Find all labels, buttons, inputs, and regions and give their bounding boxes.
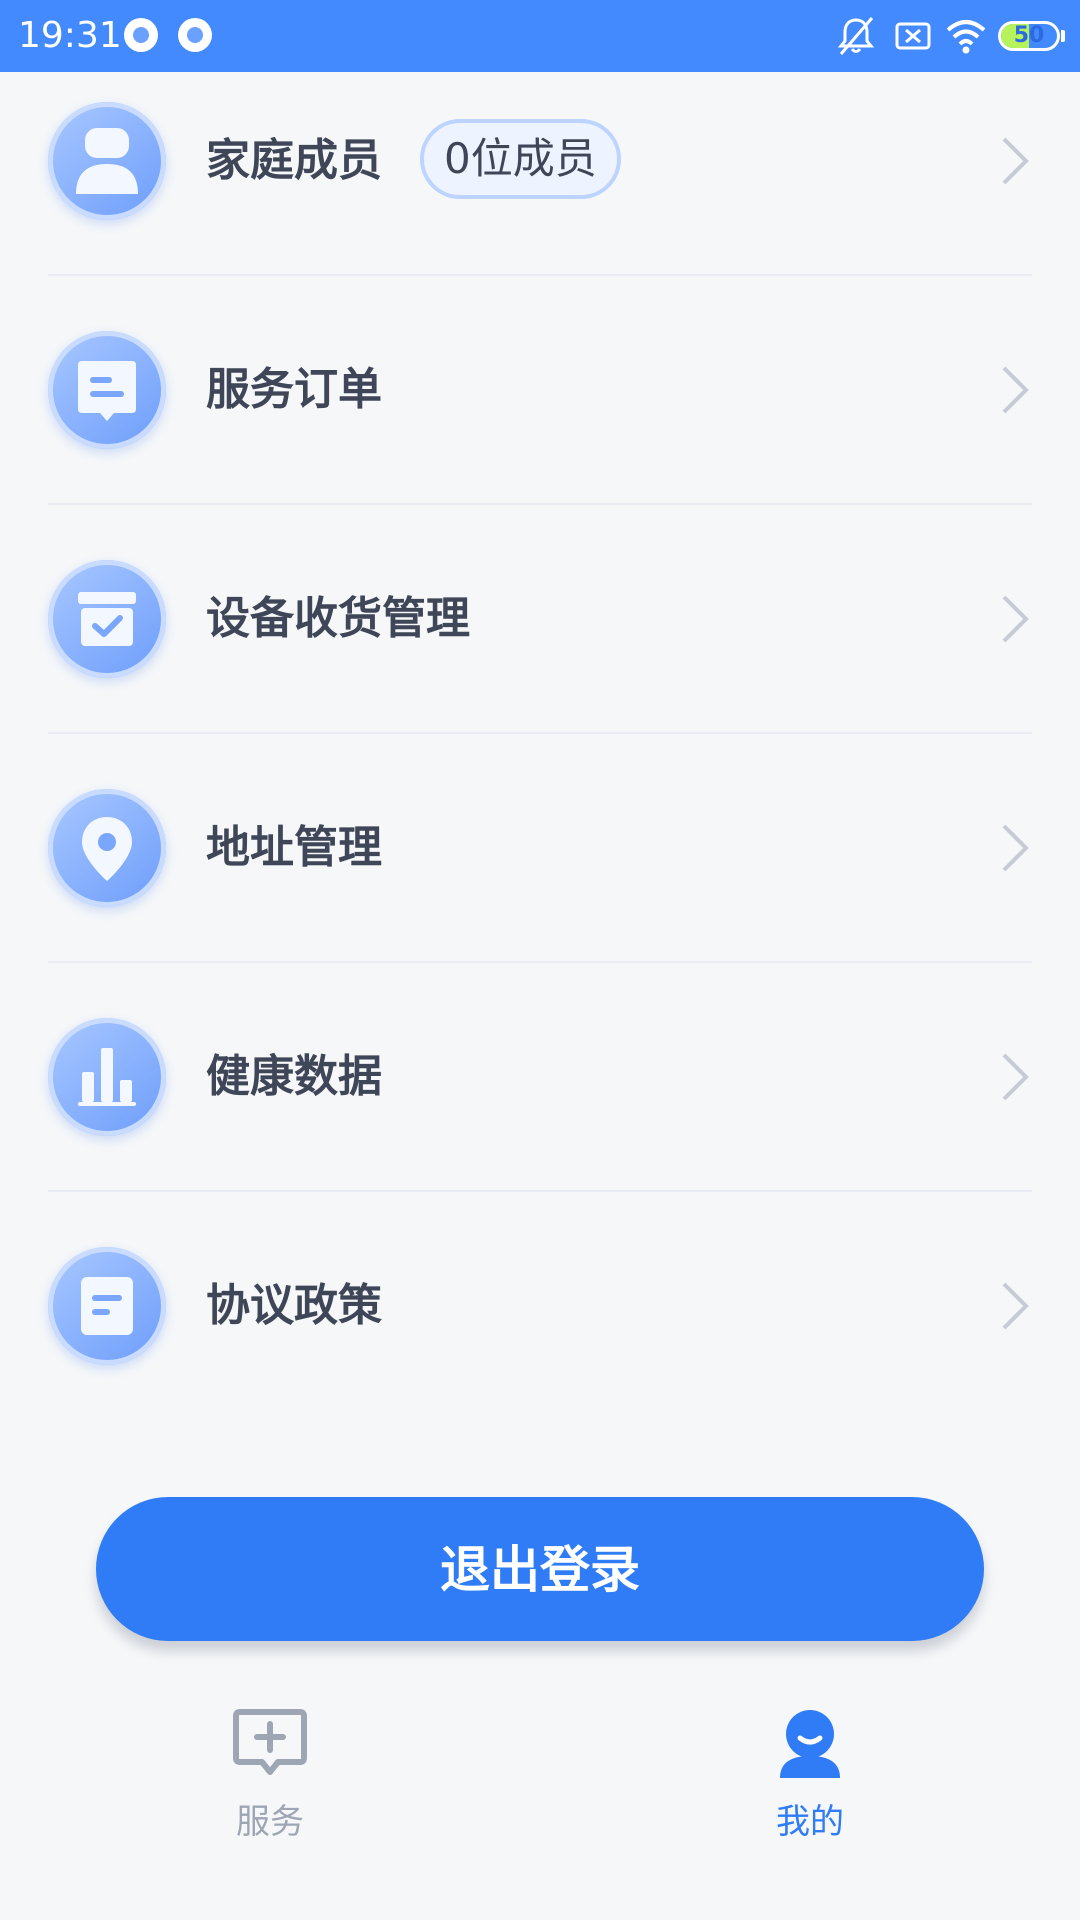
chevron-right-icon: [1002, 137, 1029, 185]
menu-item-family-members[interactable]: 家庭成员 0位成员: [48, 47, 1032, 276]
chevron-right-icon: [1002, 595, 1029, 643]
chevron-right-icon: [1002, 824, 1029, 872]
document-icon: [48, 1247, 166, 1365]
menu-item-label: 服务订单: [206, 364, 382, 415]
tab-mine[interactable]: 我的: [710, 1700, 910, 1850]
battery-level-text: 50: [1013, 23, 1045, 48]
chevron-right-icon: [1002, 1053, 1029, 1101]
chevron-right-icon: [1002, 366, 1029, 414]
menu-item-label: 设备收货管理: [206, 593, 470, 644]
bar-chart-icon: [48, 1018, 166, 1136]
battery-cap: [1061, 30, 1065, 42]
tab-label: 服务: [236, 1802, 304, 1842]
logout-button[interactable]: 退出登录: [96, 1497, 984, 1641]
user-profile-icon: [780, 1710, 840, 1778]
menu-item-service-orders[interactable]: 服务订单: [48, 276, 1032, 505]
menu-item-label: 健康数据: [206, 1051, 382, 1102]
service-order-icon: [48, 331, 166, 449]
menu-item-address[interactable]: 地址管理: [48, 734, 1032, 963]
menu-item-health-data[interactable]: 健康数据: [48, 963, 1032, 1192]
chevron-right-icon: [1002, 1282, 1029, 1330]
chat-plus-icon: [233, 1709, 307, 1775]
menu-item-label: 地址管理: [206, 822, 382, 873]
member-count-badge: 0位成员: [420, 119, 621, 199]
family-member-icon: [48, 102, 166, 220]
location-pin-icon: [48, 789, 166, 907]
menu-item-device-delivery[interactable]: 设备收货管理: [48, 505, 1032, 734]
menu-item-label: 协议政策: [206, 1280, 382, 1331]
menu-item-policies[interactable]: 协议政策: [48, 1192, 1032, 1421]
device-delivery-icon: [48, 560, 166, 678]
tab-label: 我的: [776, 1802, 844, 1842]
tab-service[interactable]: 服务: [170, 1700, 370, 1850]
menu-item-label: 家庭成员: [206, 135, 382, 186]
